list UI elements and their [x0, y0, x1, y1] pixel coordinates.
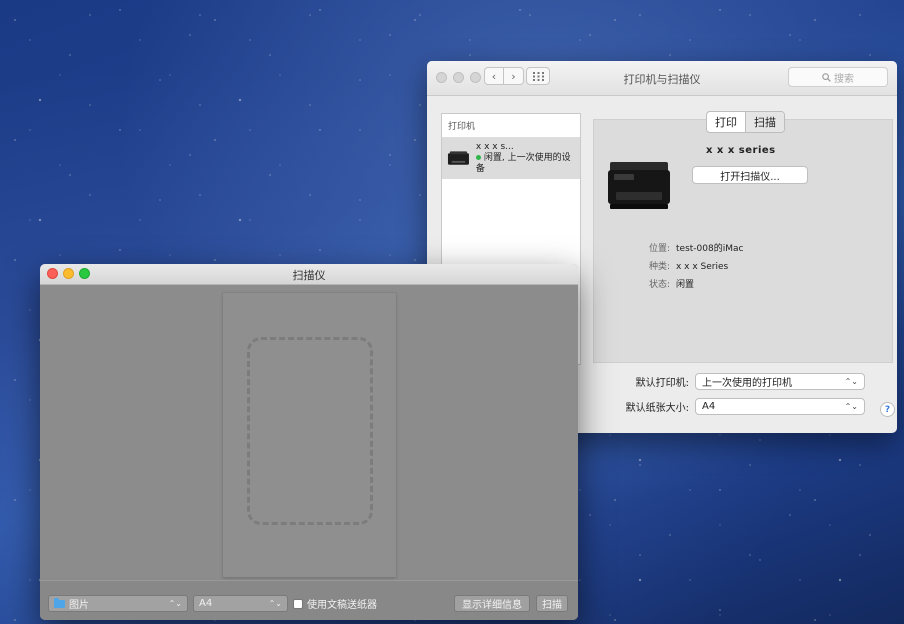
size-value: A4 — [199, 598, 213, 609]
default-paper-row: 默认纸张大小: A4 ⌃⌄ — [593, 398, 865, 415]
status-dot-icon — [475, 155, 481, 160]
select-arrows-icon: ⌃⌄ — [268, 599, 282, 608]
info-label: 位置: — [648, 244, 670, 254]
select-arrows-icon: ⌃⌄ — [168, 599, 182, 608]
scanner-titlebar: 扫描仪 — [40, 264, 578, 285]
printer-image-icon — [608, 162, 670, 209]
window-controls — [436, 72, 481, 83]
document-feeder-option[interactable]: 使用文稿送纸器 — [293, 596, 377, 611]
destination-select[interactable]: 图片 ⌃⌄ — [48, 595, 188, 612]
info-value: 闲置 — [676, 280, 695, 290]
printer-item-status-line: 闲置, 上一次使用的设备 — [475, 153, 575, 175]
info-value: test-008的iMac — [676, 244, 744, 254]
tab-print[interactable]: 打印 — [707, 112, 745, 132]
chevron-right-icon: › — [511, 69, 516, 83]
default-printer-value: 上一次使用的打印机 — [702, 378, 792, 389]
destination-value: 图片 — [69, 600, 89, 611]
default-printer-label: 默认打印机: — [635, 378, 689, 389]
close-window-button[interactable] — [436, 72, 447, 83]
printer-list-header: 打印机 — [442, 114, 580, 138]
print-scan-tabs: 打印 扫描 — [706, 111, 785, 133]
window-title: 扫描仪 — [292, 269, 326, 282]
printer-info: 位置: test-008的iMac 种类: x x x Series 状态: 闲… — [614, 240, 744, 294]
default-printer-select[interactable]: 上一次使用的打印机 ⌃⌄ — [695, 373, 865, 390]
scanner-toolbar: 图片 ⌃⌄ A4 ⌃⌄ 使用文稿送纸器 显示详细信息 扫描 — [40, 580, 578, 620]
show-all-button[interactable] — [526, 67, 550, 85]
printer-item-status: 闲置, 上一次使用的设备 — [475, 153, 571, 174]
info-label: 种类: — [648, 262, 670, 272]
select-arrows-icon: ⌃⌄ — [844, 402, 858, 411]
printer-icon — [447, 150, 469, 165]
tab-scan[interactable]: 扫描 — [745, 112, 784, 132]
size-select[interactable]: A4 ⌃⌄ — [193, 595, 288, 612]
default-paper-select[interactable]: A4 ⌃⌄ — [695, 398, 865, 415]
info-row-location: 位置: test-008的iMac — [614, 240, 744, 258]
printer-detail-panel: 打印 扫描 x x x series 打开扫描仪... 位置: test-008… — [593, 111, 893, 363]
search-field[interactable]: 搜索 — [788, 67, 888, 87]
printer-detail-name: x x x series — [706, 145, 776, 156]
folder-icon — [54, 598, 65, 608]
info-row-kind: 种类: x x x Series — [614, 258, 743, 276]
open-scanner-button[interactable]: 打开扫描仪... — [692, 166, 808, 184]
scan-preview-area — [40, 285, 578, 578]
default-settings: 默认打印机: 上一次使用的打印机 ⌃⌄ 默认纸张大小: A4 ⌃⌄ — [593, 373, 865, 423]
help-button[interactable]: ? — [880, 402, 895, 417]
forward-button[interactable]: › — [504, 67, 524, 85]
scanner-window: 扫描仪 图片 ⌃⌄ A4 ⌃⌄ 使用文稿送纸器 显示详细信息 扫描 — [40, 264, 578, 620]
feeder-checkbox[interactable] — [293, 598, 303, 609]
nav-buttons: ‹ › — [484, 67, 524, 85]
scan-region-outline — [247, 337, 373, 525]
default-printer-row: 默认打印机: 上一次使用的打印机 ⌃⌄ — [593, 373, 865, 390]
back-button[interactable]: ‹ — [484, 67, 504, 85]
chevron-left-icon: ‹ — [491, 69, 497, 83]
select-arrows-icon: ⌃⌄ — [844, 377, 858, 386]
show-details-button[interactable]: 显示详细信息 — [454, 595, 530, 612]
printer-item-name: x x x s... — [475, 142, 514, 152]
minimize-window-button[interactable] — [453, 72, 464, 83]
info-label: 状态: — [648, 280, 670, 290]
info-row-status: 状态: 闲置 — [614, 276, 743, 294]
default-paper-value: A4 — [702, 401, 716, 412]
zoom-window-button[interactable] — [470, 72, 481, 83]
default-paper-label: 默认纸张大小: — [625, 403, 689, 414]
search-placeholder: 搜索 — [834, 73, 854, 85]
feeder-label: 使用文稿送纸器 — [307, 600, 377, 611]
desktop: ‹ › 打印机与扫描仪 搜索 打印机 x x x s... 闲置, 上一次使用的… — [0, 0, 904, 624]
scan-page-preview — [223, 293, 396, 577]
printer-list-item[interactable]: x x x s... 闲置, 上一次使用的设备 — [442, 138, 580, 179]
info-value: x x x Series — [676, 262, 729, 272]
grid-icon — [532, 71, 544, 81]
scan-button[interactable]: 扫描 — [536, 595, 568, 612]
prefs-titlebar: ‹ › 打印机与扫描仪 搜索 — [427, 61, 897, 96]
search-icon — [822, 72, 831, 82]
